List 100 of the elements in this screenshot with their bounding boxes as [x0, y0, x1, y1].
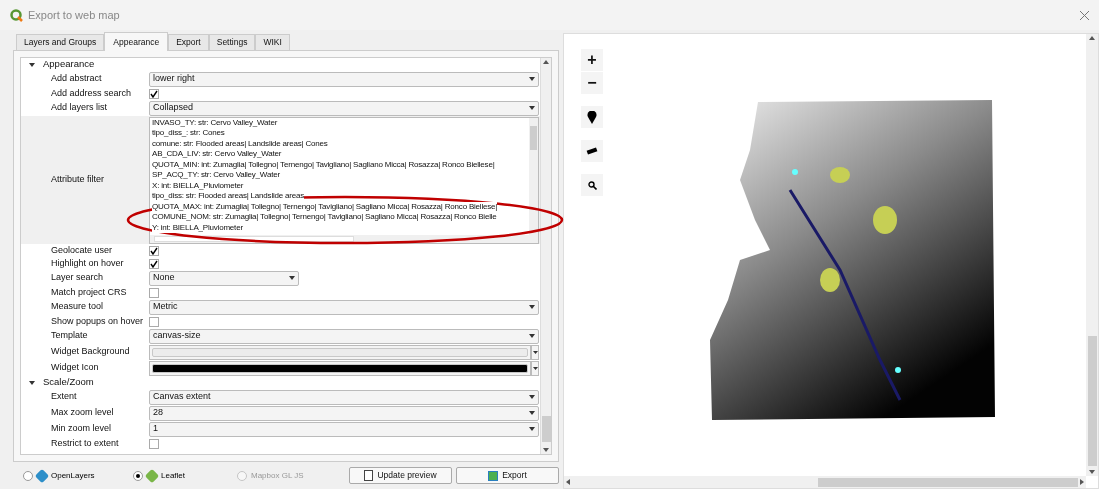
map-pin-icon	[587, 110, 597, 124]
field-label: Widget Background	[50, 345, 131, 359]
list-item[interactable]: QUOTA_MAX: int: Zumaglia| Tollegno| Ternengo| Tavigliano| Sagliano Micca| Rosazza| Ronco Biellese|	[152, 201, 498, 212]
field-label: Max zoom level	[50, 406, 115, 420]
search-button[interactable]	[581, 174, 603, 196]
field-label: Template	[50, 329, 89, 343]
checkbox[interactable]	[149, 88, 159, 99]
list-item[interactable]: SP_ACQ_TY: str: Cervo Valley_Water	[152, 170, 280, 181]
scroll-thumb[interactable]	[541, 416, 551, 442]
scroll-left-arrow-icon[interactable]	[566, 479, 570, 485]
dropdown[interactable]: 1	[149, 421, 539, 437]
close-icon[interactable]	[1080, 10, 1089, 20]
dropdown-arrow-icon	[289, 276, 295, 280]
scrollbar[interactable]	[564, 476, 1086, 488]
scroll-right-arrow-icon[interactable]	[1080, 479, 1084, 485]
attribute-list[interactable]	[149, 116, 539, 244]
expand-arrow-icon[interactable]	[29, 380, 35, 385]
field-label: Layer search	[50, 271, 105, 285]
expand-arrow-icon[interactable]	[29, 62, 35, 67]
dropdown-arrow-icon	[529, 411, 535, 415]
ruler-icon	[586, 147, 598, 155]
dropdown[interactable]: Collapsed	[149, 100, 539, 116]
dropdown-arrow-icon	[529, 305, 535, 309]
field-label: Restrict to extent	[50, 436, 120, 450]
zoom-in-button[interactable]: +	[581, 49, 603, 71]
list-item[interactable]: AB_CDA_LIV: str: Cervo Valley_Water	[152, 149, 282, 160]
scroll-down-arrow-icon[interactable]	[1089, 470, 1095, 474]
section-title: Scale/Zoom	[43, 375, 94, 390]
update-preview-button[interactable]: Update preview	[349, 467, 452, 484]
field-label: Add abstract	[50, 72, 103, 86]
field-label: Show popups on hover	[50, 314, 145, 328]
field-label: Highlight on hover	[50, 256, 125, 270]
field-label: Measure tool	[50, 300, 105, 314]
scrollbar[interactable]	[529, 117, 538, 235]
export-icon	[488, 470, 499, 481]
scroll-up-arrow-icon[interactable]	[543, 60, 549, 64]
scrollbar[interactable]	[1086, 34, 1098, 476]
radio-button[interactable]	[23, 470, 33, 481]
checkbox[interactable]	[149, 438, 159, 449]
dropdown[interactable]: canvas-size	[149, 328, 539, 344]
dropdown-arrow-icon	[532, 366, 538, 370]
locate-button[interactable]	[581, 106, 603, 128]
field-label: Extent	[50, 390, 78, 404]
window-title: Export to web map	[28, 7, 120, 23]
scroll-thumb[interactable]	[1087, 336, 1097, 466]
radio-label[interactable]: OpenLayers	[51, 469, 95, 482]
scroll-thumb[interactable]	[530, 125, 537, 150]
radio-button[interactable]	[133, 470, 143, 481]
list-item[interactable]: COMUNE_NOM: str: Zumaglia| Tollegno| Ternengo| Tavigliano| Sagliano Micca| Rosazza| Ronco Bielle	[152, 212, 497, 223]
field-label: Attribute filter	[50, 173, 106, 187]
radio-label: Mapbox GL JS	[251, 469, 304, 482]
list-item[interactable]: INVASO_TY: str: Cervo Valley_Water	[152, 117, 278, 128]
scroll-thumb[interactable]	[818, 477, 1078, 487]
field-label: Add layers list	[50, 101, 109, 115]
dropdown-arrow-icon	[529, 427, 535, 431]
list-item[interactable]: Y: int: BIELLA_Pluviometer	[152, 222, 243, 233]
list-item[interactable]: QUOTA_MIN: int: Zumaglia| Tollegno| Ternengo| Tavigliano| Sagliano Micca| Rosazza| Ronco Biellese|	[152, 159, 495, 170]
dropdown[interactable]: None	[149, 270, 299, 286]
dropdown-arrow-icon	[529, 334, 535, 338]
list-item[interactable]: comune: str: Flooded areas| Landslide areas| Cones	[152, 138, 328, 149]
field-label: Min zoom level	[50, 422, 113, 436]
tab[interactable]: Settings	[208, 34, 256, 50]
document-icon	[364, 470, 374, 481]
scroll-thumb[interactable]	[154, 235, 354, 242]
dropdown[interactable]: Canvas extent	[149, 389, 539, 405]
scroll-up-arrow-icon[interactable]	[1089, 36, 1095, 40]
dropdown-arrow-icon	[529, 395, 535, 399]
dropdown[interactable]: Metric	[149, 299, 539, 315]
dropdown-arrow-icon	[529, 106, 535, 110]
tab[interactable]: Appearance	[104, 32, 169, 51]
tab[interactable]: Export	[168, 34, 209, 50]
field-label: Widget Icon	[50, 361, 100, 375]
scrollbar[interactable]	[540, 58, 551, 454]
checkbox[interactable]	[149, 316, 159, 327]
list-item[interactable]: X: int: BIELLA_Pluviometer	[152, 180, 244, 191]
section-title: Appearance	[43, 57, 95, 72]
export-button[interactable]: Export	[456, 467, 559, 484]
scroll-down-arrow-icon[interactable]	[543, 448, 549, 452]
field-label: Add address search	[50, 86, 133, 100]
scrollbar[interactable]	[150, 234, 538, 243]
dropdown[interactable]: 28	[149, 405, 539, 421]
search-icon	[587, 180, 597, 190]
dropdown-arrow-icon	[532, 350, 538, 354]
checkbox[interactable]	[149, 258, 159, 269]
list-item[interactable]: tipo_diss: str: Flooded areas| Landslide areas	[152, 191, 305, 202]
field-label: Match project CRS	[50, 285, 128, 299]
checkbox[interactable]	[149, 245, 159, 256]
zoom-out-button[interactable]: −	[581, 72, 603, 94]
list-item[interactable]: tipo_diss_: str: Cones	[152, 128, 225, 139]
dropdown-button[interactable]	[531, 344, 539, 360]
tab[interactable]: Layers and Groups	[16, 34, 105, 50]
dropdown-button[interactable]	[531, 360, 539, 376]
checkbox[interactable]	[149, 287, 159, 298]
radio-label[interactable]: Leaflet	[161, 469, 186, 482]
measure-button[interactable]	[581, 140, 603, 162]
tab[interactable]: WIKI	[255, 34, 290, 50]
app-logo-icon	[10, 8, 23, 22]
field-label: Geolocate user	[50, 243, 114, 257]
dropdown-arrow-icon	[529, 77, 535, 81]
dropdown[interactable]: lower right	[149, 71, 539, 87]
